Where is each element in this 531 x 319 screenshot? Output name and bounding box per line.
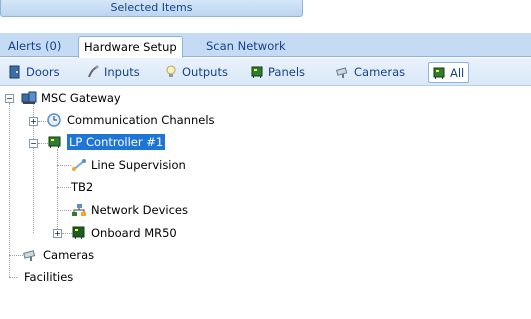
hardware-tree: − MSC Gateway + Communication Channels −… <box>0 86 531 319</box>
tree-node-line-supervision[interactable]: Line Supervision <box>71 155 186 175</box>
filter-toolbar: Doors Inputs Outputs Panels Cameras All <box>0 58 531 86</box>
tree-line <box>57 187 71 188</box>
tree-node-controller[interactable]: LP Controller #1 <box>47 132 166 152</box>
filter-outputs-label: Outputs <box>182 65 228 79</box>
line-supervision-icon <box>72 159 86 171</box>
tree-node-communication-channels[interactable]: Communication Channels <box>47 110 215 130</box>
tree-node-facilities[interactable]: Facilities <box>24 267 73 287</box>
filter-doors-button[interactable]: Doors <box>6 62 60 83</box>
tree-node-network-devices[interactable]: Network Devices <box>71 200 188 220</box>
filter-panels-label: Panels <box>268 65 306 79</box>
lightbulb-icon <box>166 65 176 77</box>
gateway-icon <box>21 91 37 104</box>
tree-label: MSC Gateway <box>41 91 121 105</box>
filter-all-label: All <box>450 66 465 80</box>
tree-line <box>57 149 58 233</box>
tree-node-onboard[interactable]: Onboard MR50 <box>71 223 177 243</box>
tab-scan-network[interactable]: Scan Network <box>201 36 291 57</box>
tree-node-gateway[interactable]: MSC Gateway <box>21 88 121 108</box>
filter-inputs-button[interactable]: Inputs <box>84 62 140 83</box>
tree-label: TB2 <box>71 180 94 194</box>
tree-expander[interactable]: − <box>5 94 14 103</box>
filter-inputs-label: Inputs <box>104 65 140 79</box>
door-icon <box>9 65 20 79</box>
tree-line <box>57 165 71 166</box>
tree-line <box>57 210 71 211</box>
filter-cameras-label: Cameras <box>354 65 406 79</box>
tree-node-tb2[interactable]: TB2 <box>71 177 93 197</box>
tree-expander[interactable]: − <box>29 139 38 148</box>
tree-line <box>9 277 17 278</box>
tree-label: Onboard MR50 <box>91 226 177 240</box>
filter-doors-label: Doors <box>26 65 60 79</box>
clock-icon <box>47 113 61 127</box>
filter-panels-button[interactable]: Panels <box>248 62 305 83</box>
camera-icon <box>336 67 348 78</box>
filter-outputs-button[interactable]: Outputs <box>162 62 228 83</box>
camera-icon <box>23 250 36 261</box>
selected-items-button[interactable]: Selected Items <box>0 0 303 17</box>
tree-label: Communication Channels <box>67 113 215 127</box>
filter-cameras-button[interactable]: Cameras <box>334 62 405 83</box>
panel-board-icon <box>72 226 85 239</box>
network-icon <box>72 204 86 216</box>
input-icon <box>88 65 99 78</box>
all-icon <box>433 67 445 79</box>
tree-line <box>9 103 10 277</box>
tree-line <box>9 255 23 256</box>
tree-node-cameras[interactable]: Cameras <box>23 245 94 265</box>
tab-alerts[interactable]: Alerts (0) <box>3 36 66 57</box>
top-toolbar: Selected Items <box>0 0 531 22</box>
tab-hardware-setup[interactable]: Hardware Setup <box>78 36 183 58</box>
tree-label: Line Supervision <box>91 158 186 172</box>
tab-strip: Alerts (0) Hardware Setup Scan Network <box>0 33 531 58</box>
filter-all-button[interactable]: All <box>428 62 470 83</box>
panel-board-icon <box>48 136 61 148</box>
tree-expander[interactable]: + <box>53 229 62 238</box>
tree-expander[interactable]: + <box>29 117 38 126</box>
tree-label: Network Devices <box>91 203 188 217</box>
tree-label: Cameras <box>43 248 95 262</box>
panel-board-icon <box>251 66 263 78</box>
tree-label: Facilities <box>24 270 74 284</box>
tree-label: LP Controller #1 <box>67 134 166 150</box>
